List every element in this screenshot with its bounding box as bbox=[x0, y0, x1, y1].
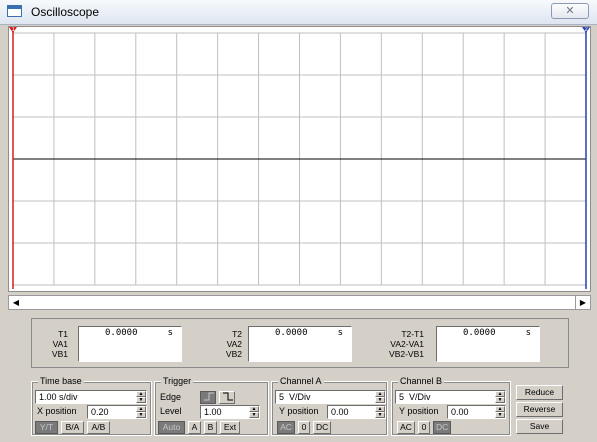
channel-b-y-spinner[interactable]: ▲ ▼ bbox=[495, 406, 505, 418]
trigger-auto-button[interactable]: Auto bbox=[158, 421, 185, 434]
scroll-right-button[interactable]: ▶ bbox=[575, 296, 590, 309]
readout-box-3: 0.0000 s bbox=[436, 326, 540, 362]
mode-yt-button[interactable]: Y/T bbox=[35, 421, 58, 434]
channel-b-y-position-input[interactable]: 0.00 ▲ ▼ bbox=[447, 405, 506, 419]
trigger-level-input[interactable]: 1.00 ▲ ▼ bbox=[200, 405, 260, 419]
channel-b-scale-value: 5 V/Div bbox=[399, 392, 431, 402]
x-position-value: 0.20 bbox=[91, 407, 109, 417]
save-button[interactable]: Save bbox=[516, 419, 563, 434]
rising-edge-icon bbox=[204, 392, 214, 401]
trigger-a-button[interactable]: A bbox=[188, 421, 201, 434]
spin-down-icon[interactable]: ▼ bbox=[375, 397, 385, 403]
arrow-left-icon[interactable]: ◀ bbox=[13, 298, 19, 307]
spin-down-icon[interactable]: ▼ bbox=[495, 397, 505, 403]
t2-value: 0.0000 bbox=[275, 328, 308, 338]
spin-down-icon[interactable]: ▼ bbox=[249, 412, 259, 418]
arrow-right-icon[interactable]: ▶ bbox=[580, 298, 586, 307]
mode-ab-button[interactable]: A/B bbox=[87, 421, 110, 434]
label-va2: VA2 bbox=[226, 339, 242, 349]
x-position-label: X position bbox=[37, 406, 77, 416]
cursor-readout-panel: T1 VA1 VB1 0.0000 s T2 VA2 VB2 0.0000 s T2… bbox=[31, 318, 569, 368]
delta-t-value: 0.0000 bbox=[463, 328, 496, 338]
readout-col2-labels: T2 VA2 VB2 bbox=[202, 329, 242, 359]
reverse-button[interactable]: Reverse bbox=[516, 402, 563, 417]
channel-a-group: Channel A 5 V/Div ▲ ▼ Y position 0.00 ▲ ▼ … bbox=[271, 376, 388, 436]
channel-b-scale-spinner[interactable]: ▲ ▼ bbox=[495, 391, 505, 403]
channel-a-scale-spinner[interactable]: ▲ ▼ bbox=[375, 391, 385, 403]
channel-a-y-position-value: 0.00 bbox=[331, 407, 349, 417]
channel-a-title: Channel A bbox=[278, 376, 324, 386]
readout-box-1: 0.0000 s bbox=[78, 326, 182, 362]
label-t1: T1 bbox=[58, 329, 68, 339]
reduce-button[interactable]: Reduce bbox=[516, 385, 563, 400]
trigger-group: Trigger Edge Level 1.00 ▲ ▼ Auto A B Ext bbox=[154, 376, 269, 436]
level-label: Level bbox=[160, 406, 182, 416]
time-base-group: Time base 1.00 s/div ▲ ▼ X position 0.20 … bbox=[31, 376, 152, 436]
window-icon bbox=[7, 5, 22, 17]
time-scale-value: 1.00 s/div bbox=[39, 392, 78, 402]
falling-edge-icon bbox=[223, 392, 233, 401]
scroll-left-button[interactable]: ◀ bbox=[9, 296, 23, 309]
grid-plot: 1 2 bbox=[9, 27, 590, 289]
readout-col3-labels: T2-T1 VA2-VA1 VB2-VB1 bbox=[372, 329, 424, 359]
close-button[interactable]: ✕ bbox=[551, 3, 589, 19]
trigger-ext-button[interactable]: Ext bbox=[220, 421, 240, 434]
label-vb2-vb1: VB2-VB1 bbox=[389, 349, 424, 359]
window-title: Oscilloscope bbox=[31, 5, 100, 19]
spin-down-icon[interactable]: ▼ bbox=[495, 412, 505, 418]
title-bar: Oscilloscope ✕ bbox=[0, 0, 597, 25]
channel-a-ac-button[interactable]: AC bbox=[277, 421, 295, 434]
channel-b-y-position-value: 0.00 bbox=[451, 407, 469, 417]
channel-b-zero-button[interactable]: 0 bbox=[418, 421, 430, 434]
channel-b-title: Channel B bbox=[398, 376, 445, 386]
spin-down-icon[interactable]: ▼ bbox=[136, 412, 146, 418]
oscilloscope-window: Oscilloscope ✕ 1 2 ◀ ▶ T1 VA1 VB1 0.0000… bbox=[0, 0, 597, 442]
channel-a-scale-value: 5 V/Div bbox=[279, 392, 311, 402]
close-icon[interactable]: ✕ bbox=[565, 5, 574, 17]
readout-col1-labels: T1 VA1 VB1 bbox=[28, 329, 68, 359]
channel-b-dc-button[interactable]: DC bbox=[433, 421, 451, 434]
channel-a-scale-select[interactable]: 5 V/Div ▲ ▼ bbox=[275, 390, 386, 404]
x-position-spinner[interactable]: ▲ ▼ bbox=[136, 406, 146, 418]
oscilloscope-screen: 1 2 bbox=[8, 26, 591, 292]
trigger-b-button[interactable]: B bbox=[204, 421, 217, 434]
channel-b-group: Channel B 5 V/Div ▲ ▼ Y position 0.00 ▲ ▼ … bbox=[391, 376, 511, 436]
label-va2-va1: VA2-VA1 bbox=[390, 339, 424, 349]
t1-value: 0.0000 bbox=[105, 328, 138, 338]
channel-b-ac-button[interactable]: AC bbox=[397, 421, 415, 434]
trigger-level-value: 1.00 bbox=[204, 407, 222, 417]
label-vb2: VB2 bbox=[225, 349, 242, 359]
t1-unit: s bbox=[167, 328, 173, 338]
time-scale-select[interactable]: 1.00 s/div ▲ ▼ bbox=[35, 390, 147, 404]
spin-down-icon[interactable]: ▼ bbox=[136, 397, 146, 403]
channel-a-y-spinner[interactable]: ▲ ▼ bbox=[375, 406, 385, 418]
trigger-title: Trigger bbox=[161, 376, 194, 386]
trigger-level-spinner[interactable]: ▲ ▼ bbox=[249, 406, 259, 418]
falling-edge-button[interactable] bbox=[219, 391, 235, 404]
time-scale-spinner[interactable]: ▲ ▼ bbox=[136, 391, 146, 403]
horizontal-scrollbar[interactable]: ◀ ▶ bbox=[8, 295, 591, 310]
channel-a-y-position-input[interactable]: 0.00 ▲ ▼ bbox=[327, 405, 386, 419]
channel-a-y-position-label: Y position bbox=[279, 406, 319, 416]
channel-a-dc-button[interactable]: DC bbox=[313, 421, 331, 434]
label-va1: VA1 bbox=[52, 339, 68, 349]
label-t2-t1: T2-T1 bbox=[401, 329, 424, 339]
delta-t-unit: s bbox=[525, 328, 531, 338]
t2-unit: s bbox=[337, 328, 343, 338]
channel-a-zero-button[interactable]: 0 bbox=[298, 421, 310, 434]
label-t2: T2 bbox=[232, 329, 242, 339]
readout-box-2: 0.0000 s bbox=[248, 326, 352, 362]
label-vb1: VB1 bbox=[51, 349, 68, 359]
channel-b-y-position-label: Y position bbox=[399, 406, 439, 416]
rising-edge-button[interactable] bbox=[200, 391, 216, 404]
time-base-title: Time base bbox=[38, 376, 84, 386]
mode-ba-button[interactable]: B/A bbox=[61, 421, 84, 434]
channel-b-scale-select[interactable]: 5 V/Div ▲ ▼ bbox=[395, 390, 506, 404]
edge-label: Edge bbox=[160, 392, 182, 402]
spin-down-icon[interactable]: ▼ bbox=[375, 412, 385, 418]
x-position-input[interactable]: 0.20 ▲ ▼ bbox=[87, 405, 147, 419]
